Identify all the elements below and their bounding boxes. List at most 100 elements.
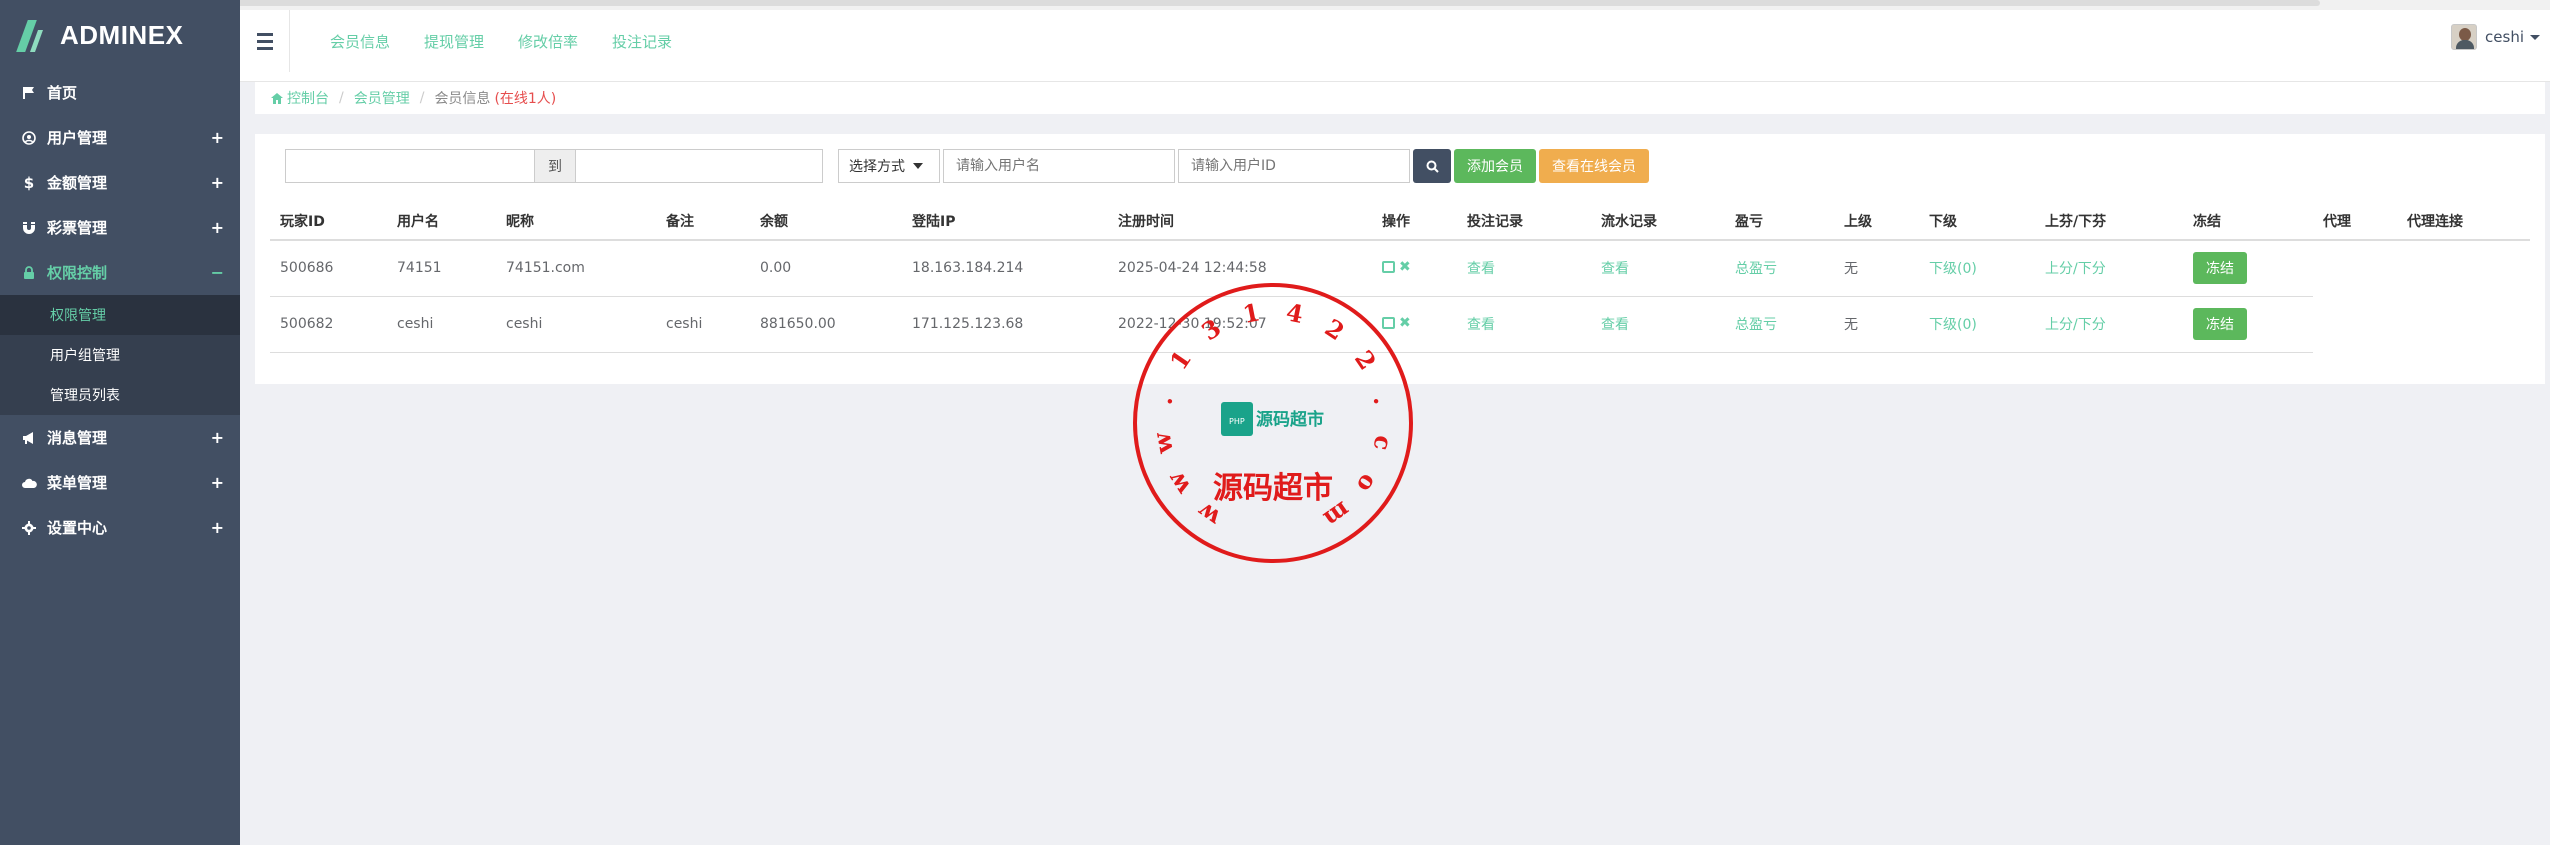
- sidebar-item-label: 权限控制: [47, 264, 108, 282]
- hamburger-icon: [256, 31, 273, 52]
- stamp-ring-char: 2: [1320, 313, 1350, 346]
- sidebar-item-money[interactable]: $ 金额管理 +: [0, 160, 240, 205]
- sidebar-item-messages[interactable]: 消息管理 +: [0, 415, 240, 460]
- cell-remark: [656, 240, 750, 297]
- expand-icon[interactable]: +: [211, 218, 224, 237]
- points-link[interactable]: 上分/下分: [2045, 261, 2106, 277]
- nav-bet-records[interactable]: 投注记录: [612, 31, 672, 52]
- cell-agent-link: [2397, 240, 2530, 296]
- stamp-ring-char: 4: [1284, 297, 1306, 329]
- scrollbar-thumb[interactable]: [120, 0, 2320, 6]
- watermark-stamp: www.13 1 4 22.com PHP 源码超市 源码超市: [1133, 283, 1413, 563]
- stamp-ring-char: c: [1368, 433, 1399, 453]
- stamp-ring-char: .: [1148, 393, 1178, 407]
- gear-icon: [20, 519, 38, 537]
- sidebar-toggle-button[interactable]: [240, 10, 290, 72]
- profit-loss-link[interactable]: 总盈亏: [1735, 261, 1777, 277]
- points-link[interactable]: 上分/下分: [2045, 317, 2106, 333]
- end-date-input[interactable]: [575, 149, 823, 183]
- sidebar-item-settings[interactable]: 设置中心 +: [0, 505, 240, 550]
- user-menu[interactable]: ceshi: [2451, 24, 2540, 50]
- col-header: 上芬/下芬: [2035, 202, 2183, 241]
- logo[interactable]: ADMINEX: [0, 0, 240, 70]
- cell-parent: 无: [1834, 296, 1919, 353]
- stamp-ring-char: .: [1368, 393, 1398, 407]
- sidebar-item-label: 用户管理: [47, 129, 108, 147]
- search-button[interactable]: [1413, 149, 1451, 183]
- table-header-row: 玩家ID 用户名 昵称 备注 余额 登陆IP 注册时间 操作 投注记录 流水记录…: [270, 202, 2530, 241]
- sidebar-item-home[interactable]: 首页: [0, 70, 240, 115]
- cell-username: ceshi: [387, 296, 496, 353]
- start-date-input[interactable]: [285, 149, 535, 183]
- userid-input[interactable]: [1178, 149, 1410, 183]
- col-header: 代理连接: [2397, 202, 2530, 241]
- delete-icon[interactable]: ✖: [1399, 259, 1411, 275]
- expand-icon[interactable]: +: [211, 473, 224, 492]
- subordinates-link[interactable]: 下级(0): [1929, 317, 1977, 333]
- submenu-item-permission-manage[interactable]: 权限管理: [0, 295, 240, 335]
- stamp-ring-char: 3: [1196, 313, 1226, 346]
- nav-withdraw[interactable]: 提现管理: [424, 31, 484, 52]
- sidebar-item-label: 首页: [47, 84, 78, 102]
- breadcrumb-separator: /: [339, 90, 344, 106]
- search-type-select[interactable]: 选择方式: [838, 149, 940, 183]
- breadcrumb-current: 会员信息: [434, 91, 491, 107]
- sidebar-item-users[interactable]: 用户管理 +: [0, 115, 240, 160]
- freeze-button[interactable]: 冻结: [2193, 308, 2247, 340]
- view-bets-link[interactable]: 查看: [1467, 261, 1495, 277]
- view-flow-link[interactable]: 查看: [1601, 317, 1629, 333]
- col-header: 用户名: [387, 202, 496, 241]
- sidebar-item-label: 消息管理: [47, 429, 108, 447]
- freeze-button[interactable]: 冻结: [2193, 252, 2247, 285]
- cloud-icon: [20, 474, 38, 492]
- sidebar-item-menus[interactable]: 菜单管理 +: [0, 460, 240, 505]
- col-header: 余额: [750, 202, 902, 241]
- view-online-button[interactable]: 查看在线会员: [1539, 149, 1649, 183]
- sidebar-item-lottery[interactable]: 彩票管理 +: [0, 205, 240, 250]
- col-header: 登陆IP: [902, 202, 1108, 241]
- col-header: 上级: [1834, 202, 1919, 241]
- edit-icon[interactable]: [1382, 261, 1395, 274]
- cell-agent: [2313, 240, 2397, 296]
- col-header: 操作: [1372, 202, 1457, 241]
- expand-icon[interactable]: +: [211, 173, 224, 192]
- dollar-icon: $: [23, 173, 35, 192]
- breadcrumb-member-manage[interactable]: 会员管理: [354, 88, 410, 108]
- expand-icon[interactable]: +: [211, 428, 224, 447]
- col-header: 昵称: [496, 202, 656, 241]
- subordinates-link[interactable]: 下级(0): [1929, 261, 1977, 277]
- expand-icon[interactable]: +: [211, 128, 224, 147]
- stamp-ring-char: 1: [1164, 345, 1197, 375]
- breadcrumb-dashboard[interactable]: 控制台: [287, 88, 329, 108]
- col-header: 备注: [656, 202, 750, 241]
- online-count: (在线1人): [494, 91, 557, 107]
- breadcrumb-separator: /: [419, 90, 425, 106]
- add-member-button[interactable]: 添加会员: [1454, 149, 1536, 183]
- flag-icon: [20, 84, 38, 102]
- avatar: [2451, 24, 2478, 50]
- magnet-icon: [20, 219, 38, 237]
- expand-icon[interactable]: +: [211, 518, 224, 537]
- stamp-ring-char: o: [1351, 469, 1384, 498]
- top-header: 会员信息 提现管理 修改倍率 投注记录 ceshi: [240, 10, 2550, 82]
- lock-icon: [20, 264, 38, 282]
- nav-member-info[interactable]: 会员信息: [330, 31, 390, 52]
- submenu-item-admin-list[interactable]: 管理员列表: [0, 375, 240, 415]
- stamp-logo-glyph: PHP: [1229, 417, 1245, 426]
- col-header: 玩家ID: [270, 202, 387, 241]
- chevron-down-icon: [913, 163, 923, 169]
- collapse-icon[interactable]: −: [211, 263, 224, 282]
- profit-loss-link[interactable]: 总盈亏: [1735, 317, 1777, 333]
- cell-player-id: 500682: [270, 296, 387, 353]
- breadcrumb: 控制台 / 会员管理 / 会员信息 (在线1人): [255, 82, 2545, 114]
- cell-login-ip: 171.125.123.68: [902, 296, 1108, 353]
- cell-nickname: 74151.com: [496, 240, 656, 297]
- view-flow-link[interactable]: 查看: [1601, 261, 1629, 277]
- user-name: ceshi: [2485, 28, 2524, 46]
- sidebar-item-permissions[interactable]: 权限控制 −: [0, 250, 240, 295]
- nav-odds[interactable]: 修改倍率: [518, 31, 578, 52]
- browser-scrollbar[interactable]: [0, 0, 2550, 10]
- submenu-item-user-groups[interactable]: 用户组管理: [0, 335, 240, 375]
- view-bets-link[interactable]: 查看: [1467, 317, 1495, 333]
- username-input[interactable]: [943, 149, 1175, 183]
